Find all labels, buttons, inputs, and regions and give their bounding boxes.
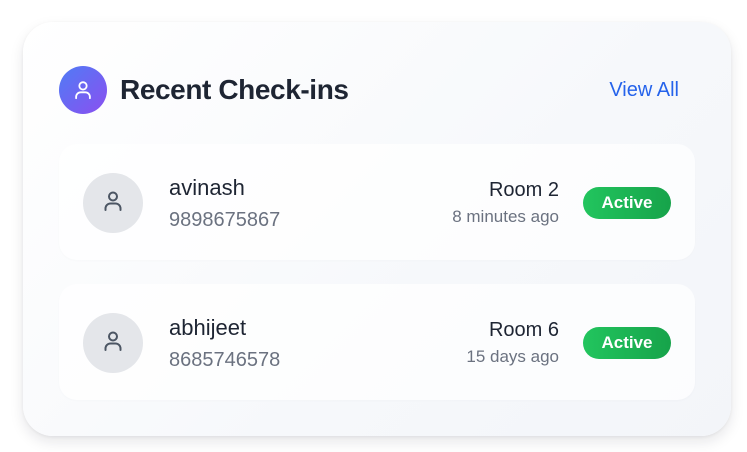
- recent-checkins-card: Recent Check-ins View All avinash 989867…: [23, 22, 731, 436]
- guest-phone: 8685746578: [169, 349, 281, 371]
- card-title: Recent Check-ins: [120, 74, 349, 105]
- room-number: Room 2: [488, 179, 559, 201]
- avatar: [83, 173, 143, 233]
- card-header: Recent Check-ins View All: [59, 66, 679, 114]
- header-left: Recent Check-ins: [59, 66, 349, 114]
- checkin-row[interactable]: avinash 9898675867 Room 2 8 minutes ago …: [59, 144, 695, 260]
- user-icon: [101, 189, 125, 218]
- user-icon: [101, 329, 125, 358]
- guest-name: abhijeet: [169, 315, 247, 340]
- guest-phone: 9898675867: [169, 209, 281, 231]
- user-icon: [59, 66, 107, 114]
- view-all-link[interactable]: View All: [609, 79, 679, 102]
- checkin-time: 8 minutes ago: [452, 207, 559, 226]
- checkin-time: 15 days ago: [466, 347, 559, 366]
- status-badge: Active: [583, 327, 671, 359]
- room-number: Room 6: [488, 319, 559, 341]
- status-badge: Active: [583, 187, 671, 219]
- checkin-row[interactable]: abhijeet 8685746578 Room 6 15 days ago A…: [59, 284, 695, 400]
- avatar: [83, 313, 143, 373]
- guest-name: avinash: [169, 175, 245, 200]
